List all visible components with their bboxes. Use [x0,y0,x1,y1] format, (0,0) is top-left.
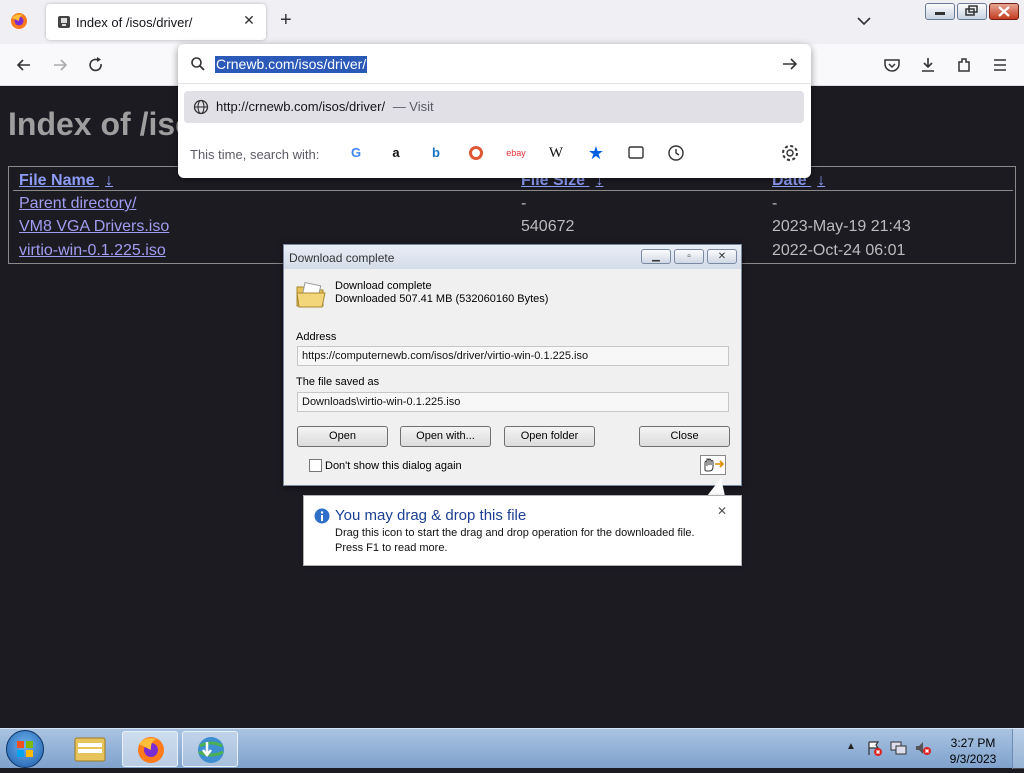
file-size: - [521,195,527,212]
list-all-tabs-icon[interactable] [856,14,872,28]
history-icon[interactable] [666,143,686,163]
window-close-button[interactable] [989,3,1019,20]
show-desktop-button[interactable] [1012,729,1024,769]
dialog-titlebar[interactable]: Download complete ▁ ▫ ✕ [284,245,741,269]
open-button[interactable]: Open [297,426,388,447]
reload-icon[interactable] [86,55,106,75]
drag-drop-file-icon[interactable] [700,455,726,475]
app-menu-icon[interactable] [990,55,1010,75]
tab-close-icon[interactable]: ✕ [240,12,258,29]
info-icon [314,508,330,524]
bookmarks-icon[interactable]: ★ [586,143,606,163]
tab-active[interactable]: Index of /isos/driver/ ✕ [46,4,266,40]
minimize-button[interactable] [925,3,955,20]
file-size: 540672 [521,218,575,235]
balloon-text-line1: Drag this icon to start the drag and dro… [335,527,695,539]
wikipedia-icon[interactable]: W [546,143,566,163]
download-size: Downloaded 507.41 MB (532060160 Bytes) [335,293,549,305]
url-suggestion[interactable]: http://crnewb.com/isos/driver/ — Visit [184,91,804,123]
saved-as-field[interactable]: Downloads\virtio-win-0.1.225.iso [297,392,729,412]
firefox-menu-icon[interactable] [10,12,28,30]
downloads-icon[interactable] [918,55,938,75]
pocket-icon[interactable] [882,55,902,75]
extensions-icon[interactable] [954,55,974,75]
ebay-icon[interactable]: ebay [506,143,526,163]
close-button[interactable]: Close [639,426,730,447]
start-button[interactable] [6,730,44,768]
back-icon[interactable] [14,55,34,75]
taskbar-explorer[interactable] [62,731,118,767]
dialog-maximize-button[interactable]: ▫ [674,249,704,264]
dialog-minimize-button[interactable]: ▁ [641,249,671,264]
header-divider [13,190,1013,191]
drag-drop-tip-balloon: You may drag & drop this file Drag this … [303,495,742,566]
taskbar: ▲ 3:27 PM 9/3/2023 [0,728,1024,769]
dont-show-label: Don't show this dialog again [325,460,462,472]
network-icon[interactable] [890,740,908,756]
bing-icon[interactable]: b [426,143,446,163]
open-with-button[interactable]: Open with... [400,426,491,447]
column-header-name[interactable]: File Name ↓ [19,172,113,190]
duckduckgo-icon[interactable] [466,143,486,163]
file-link-parent[interactable]: Parent directory/ [19,195,136,213]
folder-icon [295,279,327,311]
tabs-icon[interactable] [626,143,646,163]
clock-date: 9/3/2023 [949,752,997,766]
taskbar-firefox[interactable] [122,731,178,767]
file-link-virtio[interactable]: virtio-win-0.1.225.iso [19,242,166,260]
dialog-title: Download complete [289,251,395,265]
dialog-close-button[interactable]: ✕ [707,249,737,264]
file-date: - [772,195,778,212]
search-icon [190,56,206,72]
saved-as-label: The file saved as [296,376,380,388]
clock-time: 3:27 PM [950,736,996,750]
urlbar[interactable]: Crnewb.com/isos/driver/ [178,44,811,84]
globe-icon [193,99,209,115]
tab-bar: Index of /isos/driver/ ✕ + [0,0,1024,44]
address-label: Address [296,331,337,343]
file-date: 2022-Oct-24 06:01 [772,242,906,259]
balloon-text-line2: Press F1 to read more. [335,542,448,554]
google-icon[interactable]: G [346,143,366,163]
amazon-icon[interactable]: a [386,143,406,163]
action-center-icon[interactable] [866,740,882,756]
search-with-label: This time, search with: [190,147,320,162]
taskbar-download-manager[interactable] [182,731,238,767]
balloon-pointer [707,478,725,496]
maximize-button[interactable] [957,3,987,20]
page-favicon-icon [56,14,72,30]
open-folder-button[interactable]: Open folder [504,426,595,447]
url-input[interactable]: Crnewb.com/isos/driver/ [215,56,368,73]
file-link-vm8[interactable]: VM8 VGA Drivers.iso [19,218,169,236]
show-hidden-icons[interactable]: ▲ [846,741,856,752]
tab-title: Index of /isos/driver/ [76,15,193,30]
search-settings-icon[interactable] [780,143,800,163]
address-field[interactable]: https://computernewb.com/isos/driver/vir… [297,346,729,366]
suggestion-action: — Visit [392,99,434,114]
balloon-title: You may drag & drop this file [335,507,527,524]
new-tab-button[interactable]: + [280,10,292,30]
go-arrow-icon[interactable] [781,56,799,72]
volume-muted-icon[interactable] [914,740,932,756]
file-date: 2023-May-19 21:43 [772,218,911,235]
balloon-close-icon[interactable]: ✕ [717,504,727,518]
dialog-heading: Download complete [335,280,432,292]
urlbar-dropdown: Crnewb.com/isos/driver/ http://crnewb.co… [178,44,811,178]
forward-icon[interactable] [50,55,70,75]
suggestion-url: http://crnewb.com/isos/driver/ [216,99,386,114]
download-complete-dialog: Download complete ▁ ▫ ✕ Download complet… [283,244,742,486]
dont-show-checkbox[interactable] [309,459,322,472]
taskbar-clock[interactable]: 3:27 PM 9/3/2023 [940,735,1006,767]
